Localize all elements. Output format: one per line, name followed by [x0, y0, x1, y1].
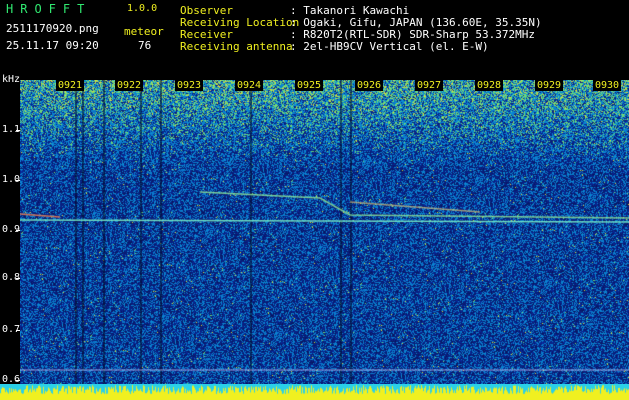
x-tick-label: 0923 — [175, 80, 204, 91]
y-axis-unit: kHz — [2, 74, 21, 85]
receiver-value: : R820T2(RTL-SDR) SDR-Sharp 53.372MHz — [290, 28, 536, 41]
meteor-count: 76 — [138, 39, 152, 52]
y-tick — [16, 278, 20, 279]
app-version: 1.0.0 — [127, 3, 158, 14]
meteor-label: meteor — [124, 25, 164, 38]
x-tick-label: 0927 — [415, 80, 444, 91]
x-tick-label: 0929 — [535, 80, 564, 91]
y-tick — [16, 380, 20, 381]
observer-label: Observer — [180, 4, 233, 17]
location-label: Receiving Location — [180, 16, 300, 29]
spectrogram-canvas — [20, 80, 629, 384]
file-name: 2511170920.png — [6, 22, 99, 35]
x-tick-label: 0924 — [235, 80, 264, 91]
receiver-label: Receiver — [180, 28, 233, 41]
capture-datetime: 25.11.17 09:20 — [6, 39, 99, 52]
x-tick-label: 0925 — [295, 80, 324, 91]
x-tick-label: 0922 — [115, 80, 144, 91]
x-tick-label: 0921 — [56, 80, 85, 91]
x-tick-label: 0930 — [593, 80, 622, 91]
hrofft-window: HROFFT 1.0.0 2511170920.png 25.11.17 09:… — [0, 0, 629, 400]
antenna-label: Receiving antenna — [180, 40, 293, 53]
x-tick-label: 0926 — [355, 80, 384, 91]
x-tick-label: 0928 — [475, 80, 504, 91]
antenna-value: : 2el-HB9CV Vertical (el. E-W) — [290, 40, 489, 53]
signal-strength-bar — [0, 384, 629, 400]
y-tick — [16, 330, 20, 331]
y-tick — [16, 230, 20, 231]
app-title: HROFFT — [6, 2, 92, 16]
location-value: : Ogaki, Gifu, JAPAN (136.60E, 35.35N) — [290, 16, 542, 29]
frequency-axis: kHz 1.1 1.0 0.9 0.8 0.7 0.6 — [0, 72, 20, 392]
observer-value: : Takanori Kawachi — [290, 4, 410, 17]
y-tick — [16, 180, 20, 181]
y-tick — [16, 130, 20, 131]
